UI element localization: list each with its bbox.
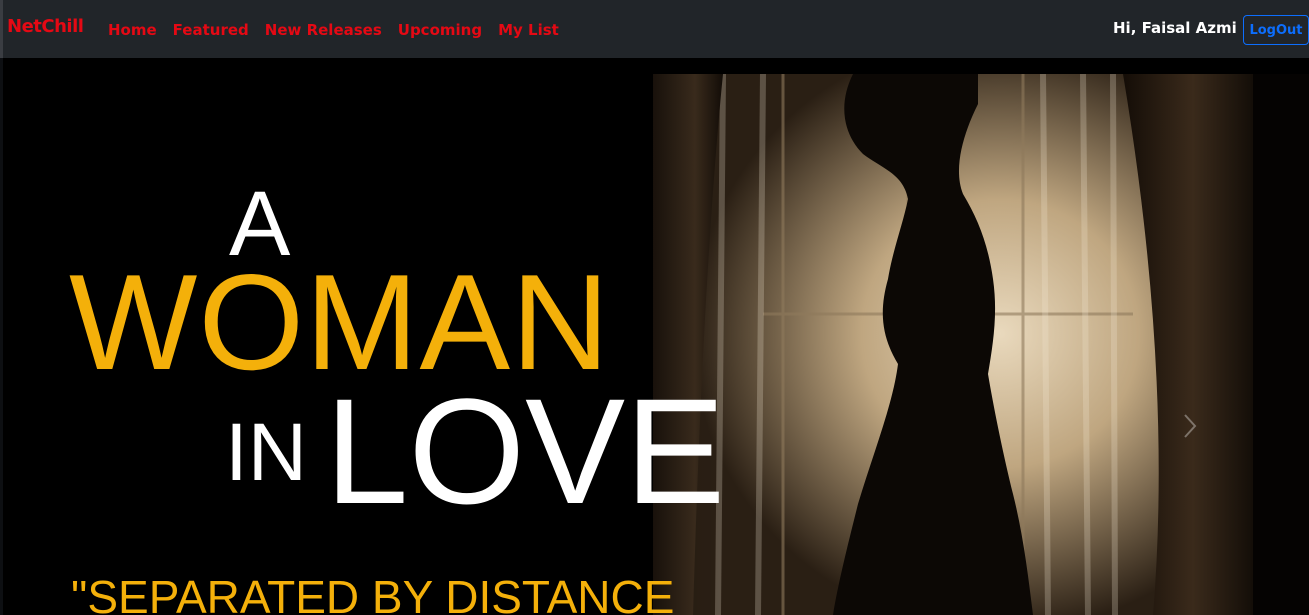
carousel-next-button[interactable] [1175,406,1205,446]
nav-link-home[interactable]: Home [108,21,157,39]
user-greeting: Hi, Faisal Azmi [1113,19,1237,37]
navbar: NetChill Home Featured New Releases Upco… [0,0,1309,58]
chevron-right-icon [1184,414,1197,438]
movie-title-in: IN [225,407,307,498]
brand-logo[interactable]: NetChill [7,16,84,37]
hero-carousel[interactable]: A WOMAN IN LOVE "SEPARATED BY DISTANCE [3,58,1309,615]
nav-links: Home Featured New Releases Upcoming My L… [108,21,559,39]
nav-link-my-list[interactable]: My List [498,21,559,39]
movie-title-love: LOVE [325,367,726,535]
movie-tagline: "SEPARATED BY DISTANCE [71,571,675,615]
nav-link-new-releases[interactable]: New Releases [265,21,382,39]
nav-link-featured[interactable]: Featured [173,21,249,39]
logout-button[interactable]: LogOut [1243,15,1309,45]
nav-link-upcoming[interactable]: Upcoming [398,21,482,39]
